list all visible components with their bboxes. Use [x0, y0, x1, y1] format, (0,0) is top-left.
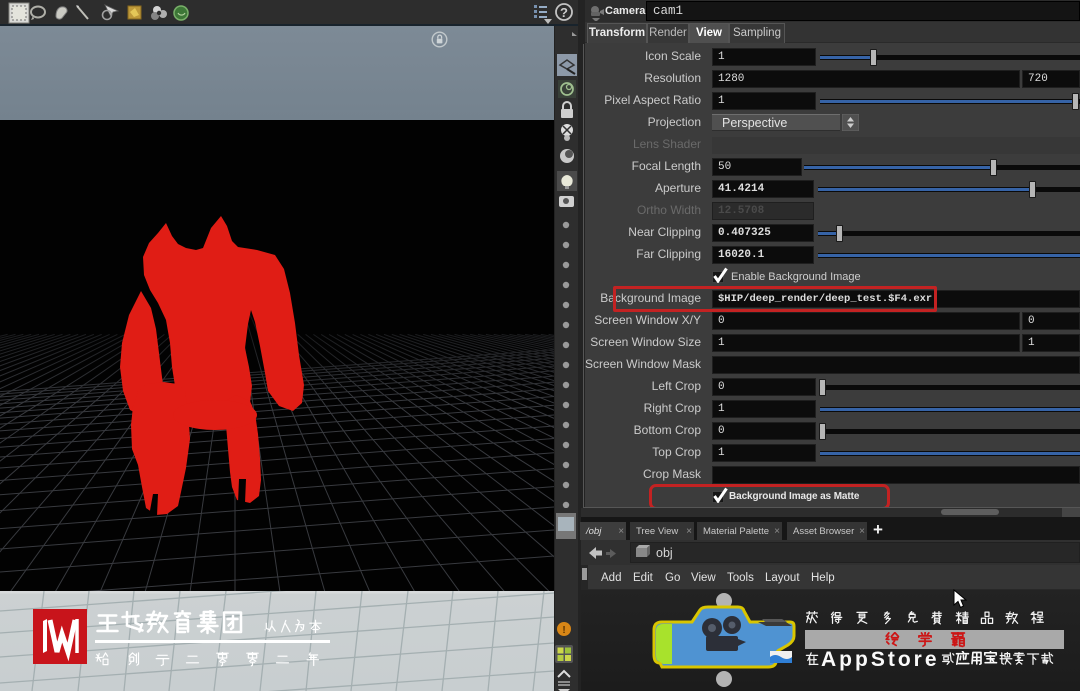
svg-text:?: ? [560, 5, 568, 20]
svg-text:!: ! [562, 625, 565, 636]
